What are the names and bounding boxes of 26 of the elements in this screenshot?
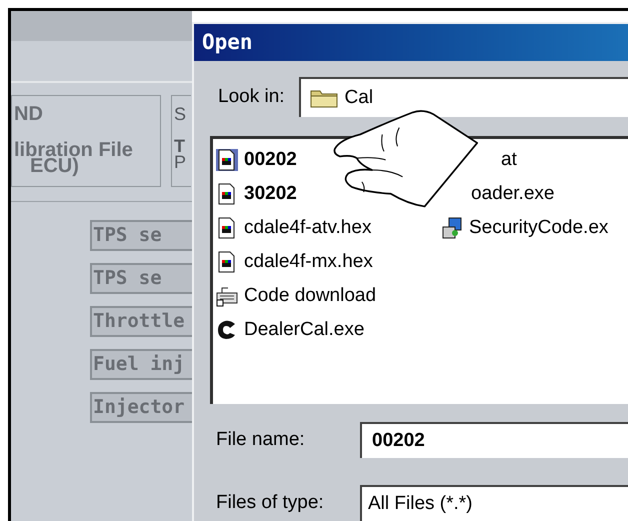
computer-icon [441,216,463,239]
file-name-field[interactable]: 00202 [360,422,628,458]
file-name-label: File name: [216,428,306,452]
dialog-title-bar: Open [194,24,628,62]
file-name[interactable]: 30202 [244,180,297,208]
panel-text: libration File [13,142,134,158]
panel-text: T [174,138,186,154]
panel-text: ND [13,106,44,122]
file-name[interactable]: cdale4f-atv.hex [244,214,372,242]
keyboard-icon [216,284,238,307]
file-name[interactable]: SecurityCode.ex [469,214,608,242]
file-type-label: Files of type: [216,490,325,515]
look-in-dropdown[interactable]: Cal [298,77,628,118]
file-name[interactable]: Code download [244,282,376,310]
panel-text: ECU) [30,158,79,174]
file-name[interactable]: 00202 [244,146,297,174]
file-type-dropdown[interactable]: All Files (*.*) [360,485,628,521]
file-name[interactable]: DealerCal.exe [244,316,364,344]
panel-text: S [174,106,188,122]
file-name[interactable]: cdale4f-mx.hex [244,248,373,276]
panel-text: P [174,154,188,170]
c-logo-icon [216,318,238,341]
file-name[interactable]: at [501,146,517,174]
look-in-label: Look in: [218,85,285,110]
file-list[interactable]: 00202 30202 cdale4f-atv.hex cdale4f-mx.hex Code download DealerCal.exe at oader.exe SecurityCode.ex [210,136,628,404]
file-name[interactable]: oader.exe [471,180,554,208]
